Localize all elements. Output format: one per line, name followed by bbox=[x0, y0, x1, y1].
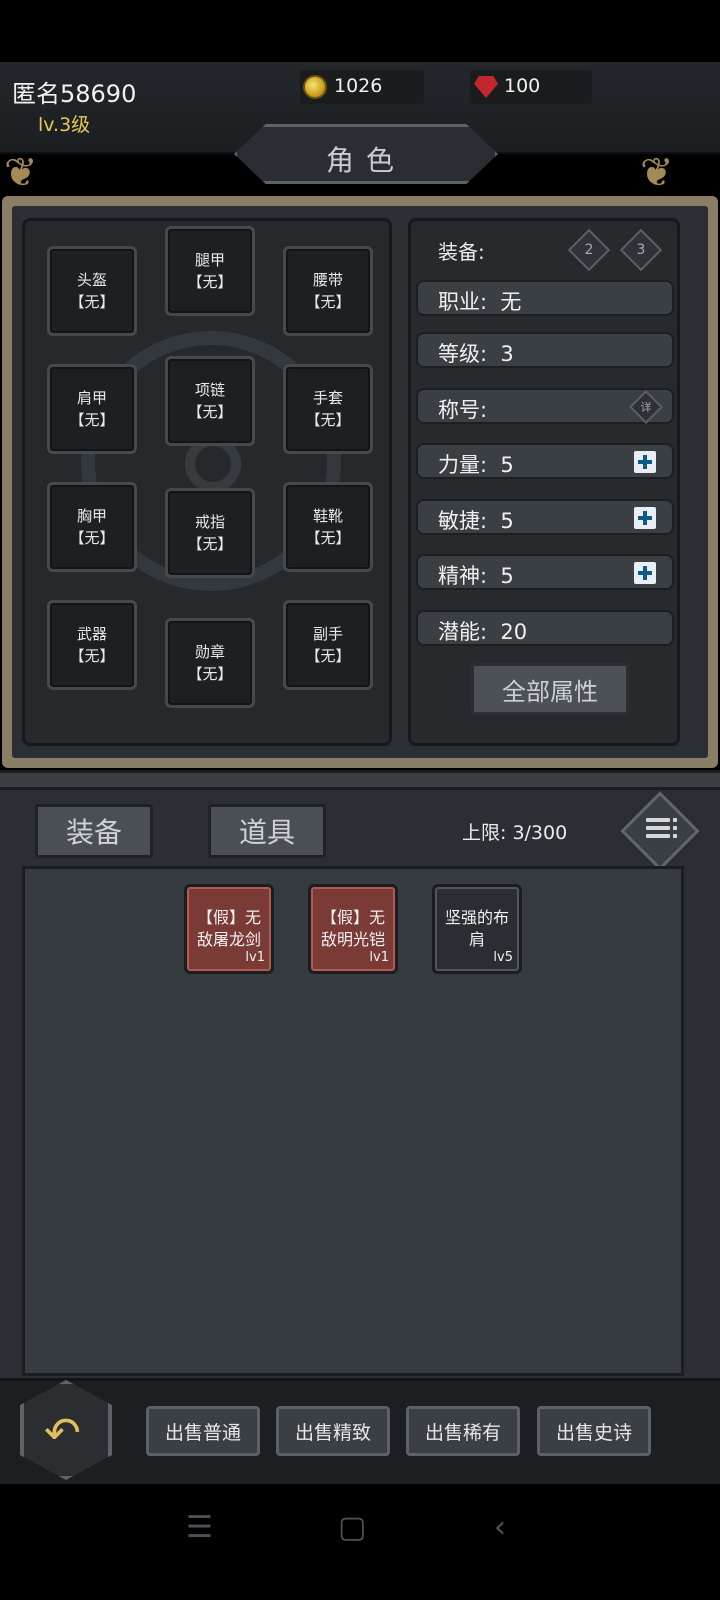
inventory-item[interactable]: 【假】无敌屠龙剑 lv1 bbox=[184, 884, 274, 974]
player-level: lv.3级 bbox=[38, 114, 91, 136]
slot-helmet[interactable]: 头盔 【无】 bbox=[47, 246, 137, 336]
list-menu-icon[interactable] bbox=[646, 818, 677, 844]
gem-icon bbox=[474, 76, 498, 98]
title-banner: 角色 bbox=[234, 124, 498, 184]
slot-gloves[interactable]: 手套 【无】 bbox=[283, 364, 373, 454]
equip-set-label: 装备: bbox=[438, 240, 485, 264]
item-level: lv1 bbox=[245, 950, 265, 965]
stat-text: 潜能: 20 bbox=[438, 620, 528, 644]
stat-text: 精神: 5 bbox=[438, 564, 514, 588]
stat-text: 等级: 3 bbox=[438, 342, 514, 366]
slot-medal[interactable]: 勋章 【无】 bbox=[165, 618, 255, 708]
inventory-item[interactable]: 坚强的布肩 lv5 bbox=[432, 884, 522, 974]
slot-boots[interactable]: 鞋靴 【无】 bbox=[283, 482, 373, 572]
sell-fine-button[interactable]: 出售精致 bbox=[276, 1406, 390, 1456]
add-strength-plus-icon[interactable] bbox=[634, 451, 656, 473]
tab-items[interactable]: 道具 bbox=[208, 804, 326, 858]
sell-epic-button[interactable]: 出售史诗 bbox=[537, 1406, 651, 1456]
item-level: lv1 bbox=[369, 950, 389, 965]
stat-text: 敏捷: 5 bbox=[438, 509, 514, 533]
sell-rare-button[interactable]: 出售稀有 bbox=[406, 1406, 520, 1456]
slot-chest[interactable]: 胸甲 【无】 bbox=[47, 482, 137, 572]
gem-currency: 100 bbox=[470, 70, 592, 104]
gem-amount: 100 bbox=[504, 75, 541, 97]
inventory-capacity: 上限: 3/300 bbox=[462, 822, 568, 844]
stat-row-title: 称号: 详 bbox=[416, 388, 674, 424]
stat-row-spirit: 精神: 5 bbox=[416, 554, 674, 590]
back-icon[interactable]: ‹ bbox=[494, 1510, 506, 1545]
item-name: 【假】无敌明光铠 bbox=[320, 908, 385, 949]
back-arrow-icon[interactable]: ↶ bbox=[44, 1408, 81, 1459]
slot-shoulder[interactable]: 肩甲 【无】 bbox=[47, 364, 137, 454]
title-detail-button[interactable]: 详 bbox=[629, 390, 663, 424]
coin-icon bbox=[303, 75, 327, 99]
sell-common-button[interactable]: 出售普通 bbox=[146, 1406, 260, 1456]
add-agility-plus-icon[interactable] bbox=[634, 507, 656, 529]
stat-text: 职业: 无 bbox=[438, 290, 522, 314]
stat-row-potential: 潜能: 20 bbox=[416, 610, 674, 646]
slot-necklace[interactable]: 项链 【无】 bbox=[165, 356, 255, 446]
stat-text: 力量: 5 bbox=[438, 453, 514, 477]
slot-weapon[interactable]: 武器 【无】 bbox=[47, 600, 137, 690]
stat-row-strength: 力量: 5 bbox=[416, 443, 674, 479]
corner-ornament-left-icon: ❦ bbox=[4, 150, 38, 196]
slot-leg-armor[interactable]: 腿甲 【无】 bbox=[165, 226, 255, 316]
slot-ring[interactable]: 戒指 【无】 bbox=[165, 488, 255, 578]
corner-ornament-right-icon: ❦ bbox=[640, 150, 674, 196]
item-level: lv5 bbox=[493, 950, 513, 965]
add-spirit-plus-icon[interactable] bbox=[634, 562, 656, 584]
stat-row-class: 职业: 无 bbox=[416, 280, 674, 316]
home-icon[interactable]: ▢ bbox=[338, 1510, 366, 1545]
tab-equipment[interactable]: 装备 bbox=[35, 804, 153, 858]
player-name: 匿名58690 bbox=[12, 80, 137, 108]
gold-currency: 1026 bbox=[300, 70, 424, 104]
item-name: 【假】无敌屠龙剑 bbox=[196, 908, 261, 949]
stat-row-agility: 敏捷: 5 bbox=[416, 499, 674, 535]
status-bar bbox=[0, 0, 720, 62]
slot-offhand[interactable]: 副手 【无】 bbox=[283, 600, 373, 690]
page-title: 角色 bbox=[325, 144, 406, 177]
gold-amount: 1026 bbox=[334, 75, 383, 97]
menu-icon[interactable]: ☰ bbox=[186, 1510, 213, 1545]
all-attributes-button[interactable]: 全部属性 bbox=[471, 663, 629, 715]
inventory-item[interactable]: 【假】无敌明光铠 lv1 bbox=[308, 884, 398, 974]
stat-text: 称号: bbox=[438, 398, 488, 422]
stat-row-level: 等级: 3 bbox=[416, 332, 674, 368]
item-name: 坚强的布肩 bbox=[444, 908, 509, 949]
slot-belt[interactable]: 腰带 【无】 bbox=[283, 246, 373, 336]
section-divider bbox=[0, 770, 720, 790]
